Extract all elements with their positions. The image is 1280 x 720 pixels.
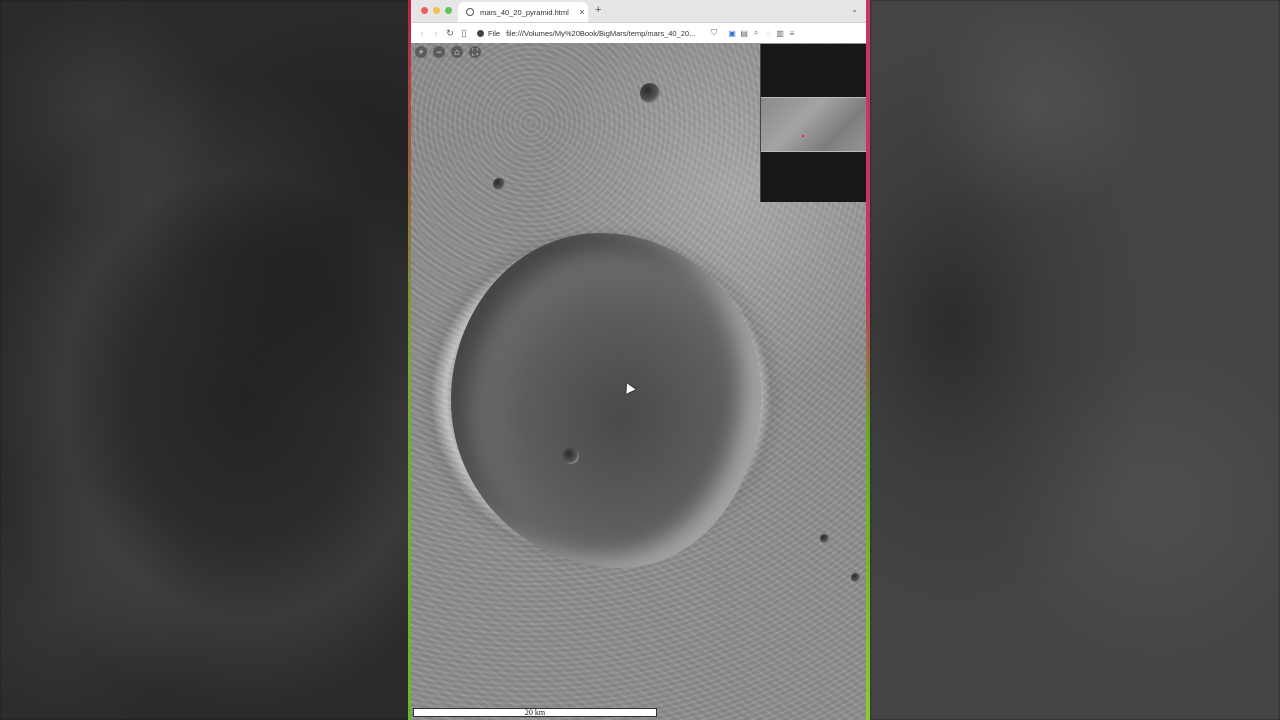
- window-close-button[interactable]: [421, 7, 428, 14]
- small-crater: [640, 83, 660, 103]
- globe-icon: [466, 8, 474, 16]
- address-toolbar: ‹ › ↻ ▯ File file:///Volumes/My%20Book/B…: [411, 23, 866, 44]
- minimap-position-marker: [802, 135, 804, 137]
- translate-icon[interactable]: ▣: [726, 29, 738, 38]
- home-button[interactable]: ⌂: [451, 46, 463, 58]
- zoom-out-button[interactable]: −: [433, 46, 445, 58]
- video-edge-right: [866, 0, 870, 720]
- reload-icon[interactable]: ↻: [443, 28, 457, 39]
- tab-list-chevron-icon[interactable]: ⌄: [851, 5, 858, 14]
- window-minimize-button[interactable]: [433, 7, 440, 14]
- window-maximize-button[interactable]: [445, 7, 452, 14]
- info-icon[interactable]: [477, 29, 484, 37]
- browser-tab[interactable]: mars_40_20_pyramid.html ×: [458, 2, 588, 22]
- sidebar-icon[interactable]: ▥: [774, 29, 786, 38]
- bookmark-icon[interactable]: ▯: [457, 28, 471, 39]
- back-arrow-icon[interactable]: ‹: [415, 28, 429, 38]
- browser-window: mars_40_20_pyramid.html × + ⌄ ‹ › ↻ ▯ Fi…: [411, 0, 866, 720]
- blurred-background-right: [870, 0, 1280, 720]
- mars-map-viewport[interactable]: + − ⌂ ⛶ 20 km: [411, 43, 866, 720]
- extension-icon[interactable]: ▤: [738, 29, 750, 38]
- small-crater: [820, 534, 829, 543]
- forward-arrow-icon[interactable]: ›: [429, 28, 443, 38]
- minimap-viewport-region[interactable]: [761, 97, 866, 152]
- new-tab-button[interactable]: +: [595, 4, 601, 16]
- navigator-minimap[interactable]: [760, 44, 866, 202]
- tab-bar: mars_40_20_pyramid.html × + ⌄: [411, 0, 866, 23]
- search-icon[interactable]: ⌕: [750, 28, 762, 38]
- url-scheme-label: File: [488, 28, 501, 38]
- zoom-in-button[interactable]: +: [415, 46, 427, 58]
- blurred-background-left: [0, 0, 410, 720]
- tab-close-icon[interactable]: ×: [576, 7, 588, 17]
- sync-icon[interactable]: ◌: [762, 29, 774, 38]
- shield-icon[interactable]: ⛉: [708, 28, 720, 38]
- address-bar[interactable]: file:///Volumes/My%20Book/BigMars/temp/m…: [506, 29, 708, 38]
- tab-title: mars_40_20_pyramid.html: [480, 7, 569, 17]
- small-crater: [851, 573, 860, 582]
- small-crater: [493, 178, 505, 190]
- fullscreen-button[interactable]: ⛶: [469, 46, 481, 58]
- small-crater: [563, 448, 579, 464]
- menu-icon[interactable]: ≡: [786, 29, 798, 38]
- scale-bar: 20 km: [413, 708, 657, 717]
- map-zoom-controls: + − ⌂ ⛶: [415, 46, 481, 58]
